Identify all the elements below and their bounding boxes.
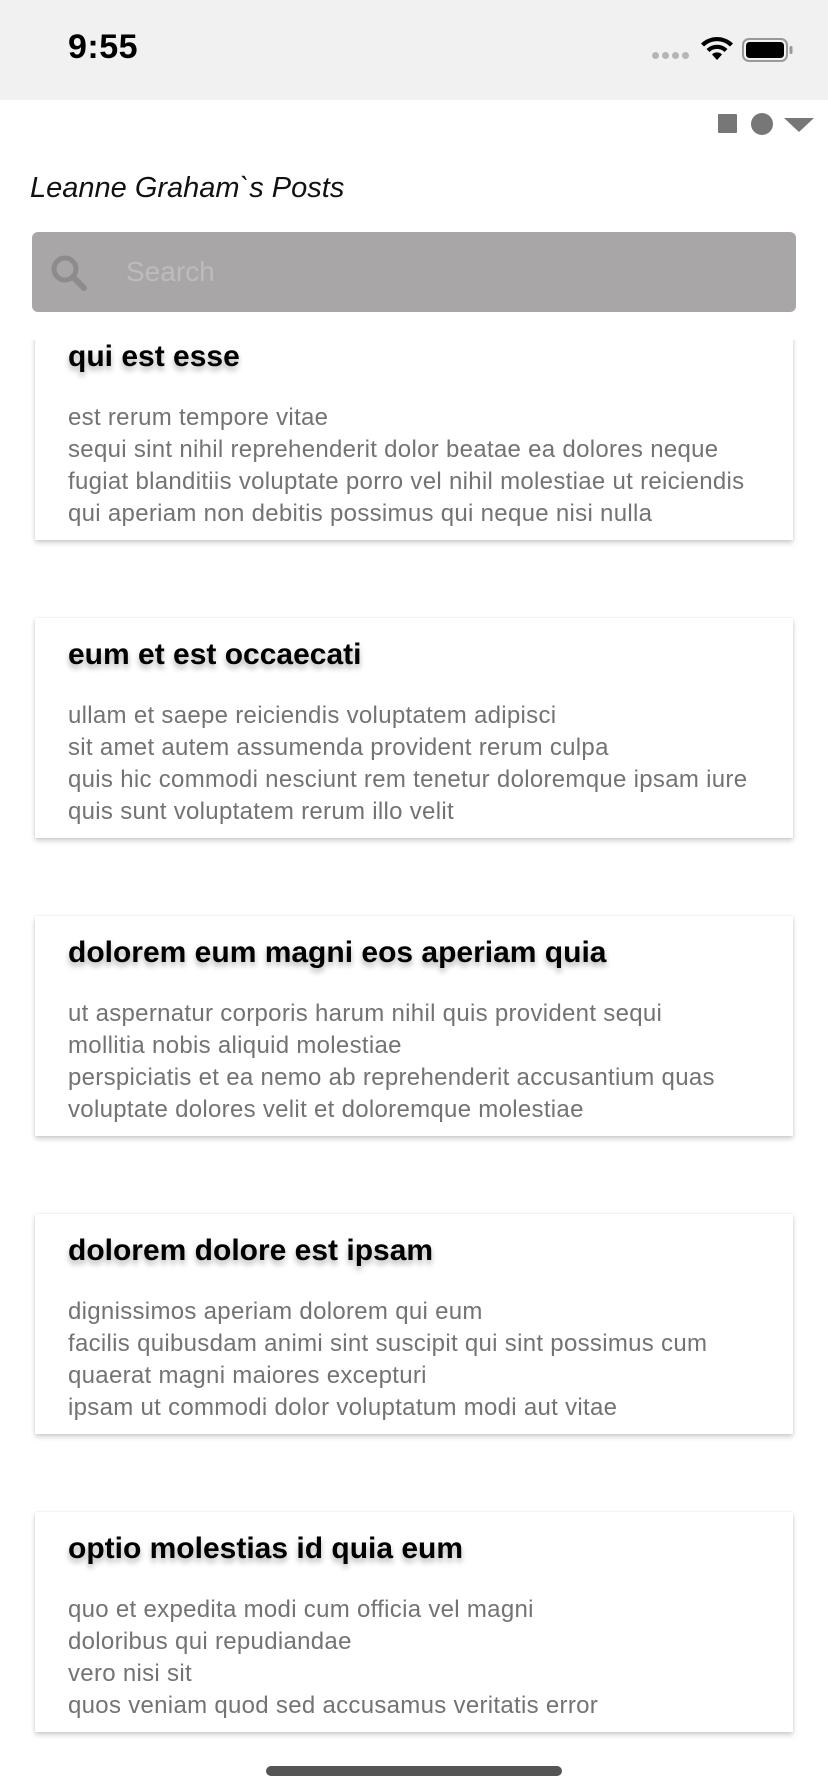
post-body: est rerum tempore vitae sequi sint nihil…: [68, 404, 745, 527]
status-time: 9:55: [68, 28, 139, 66]
post-body: ut aspernatur corporis harum nihil quis …: [68, 1000, 715, 1123]
post-card[interactable]: qui est esse est rerum tempore vitae seq…: [35, 340, 793, 540]
post-body: ullam et saepe reiciendis voluptatem adi…: [68, 702, 748, 825]
toolbar-icons: [706, 112, 814, 138]
record-icon[interactable]: [751, 113, 773, 135]
post-card[interactable]: dolorem dolore est ipsam dignissimos ape…: [35, 1214, 793, 1434]
post-body: quo et expedita modi cum officia vel mag…: [68, 1596, 599, 1719]
cellular-signal-icon: [652, 52, 692, 62]
home-indicator[interactable]: [266, 1766, 562, 1776]
post-list[interactable]: qui est esse est rerum tempore vitae seq…: [0, 340, 828, 1792]
post-card[interactable]: dolorem eum magni eos aperiam quia ut as…: [35, 916, 793, 1136]
post-title: optio molestias id quia eum: [68, 1532, 464, 1565]
post-card[interactable]: eum et est occaecati ullam et saepe reic…: [35, 618, 793, 838]
status-bar: 9:55: [0, 0, 828, 100]
wifi-icon: [701, 37, 733, 60]
page-title: Leanne Graham`s Posts: [30, 172, 345, 204]
post-title: dolorem dolore est ipsam: [68, 1234, 434, 1267]
post-body: dignissimos aperiam dolorem qui eum faci…: [68, 1298, 708, 1421]
stop-icon[interactable]: [718, 114, 737, 133]
post-title: eum et est occaecati: [68, 638, 362, 671]
dropdown-icon[interactable]: [784, 118, 814, 132]
post-title: qui est esse: [68, 340, 240, 373]
search-icon: [51, 255, 87, 291]
post-card[interactable]: optio molestias id quia eum quo et exped…: [35, 1512, 793, 1732]
app-screen: 9:55 Leanne Graham`s Posts qui est esse: [0, 0, 828, 1792]
post-title: dolorem eum magni eos aperiam quia: [68, 936, 607, 969]
search-bar[interactable]: [32, 232, 796, 312]
search-input[interactable]: [126, 244, 776, 300]
battery-icon: [742, 38, 793, 62]
